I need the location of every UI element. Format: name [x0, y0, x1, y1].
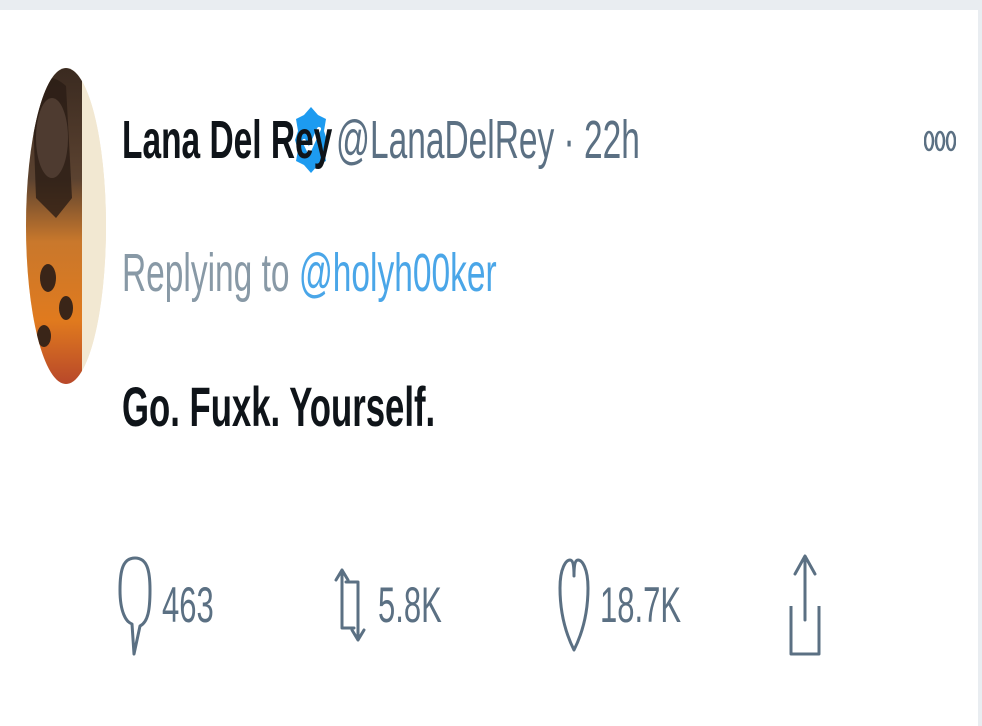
reply-icon — [118, 550, 152, 660]
right-border — [978, 0, 982, 726]
like-count: 18.7K — [600, 577, 682, 633]
retweet-count: 5.8K — [378, 577, 442, 633]
retweet-button[interactable]: 5.8K — [332, 550, 481, 660]
reply-count: 463 — [162, 577, 214, 633]
like-button[interactable]: 18.7K — [558, 550, 731, 660]
avatar[interactable] — [26, 68, 106, 384]
tweet-card[interactable]: Lana Del Rey @LanaDelRey · 22h Replying … — [0, 10, 978, 726]
handle[interactable]: @LanaDelRey — [336, 110, 554, 170]
separator: · — [563, 110, 575, 170]
handle-and-time[interactable]: @LanaDelRey · 22h — [336, 109, 640, 171]
share-button[interactable] — [788, 550, 822, 660]
share-icon — [788, 550, 822, 660]
retweet-icon — [332, 550, 368, 660]
tweet-header: Lana Del Rey @LanaDelRey · 22h — [122, 92, 640, 188]
replying-to-link[interactable]: @holyh00ker — [299, 243, 497, 303]
reply-button[interactable]: 463 — [118, 550, 245, 660]
action-bar: 463 5.8K 18.7K — [118, 550, 838, 660]
display-name[interactable]: Lana Del Rey — [122, 109, 332, 171]
replying-to-line: Replying to @holyh00ker — [122, 242, 497, 304]
heart-icon — [558, 550, 590, 660]
timestamp[interactable]: 22h — [584, 110, 640, 170]
tweet-text: Go. Fuxk. Yourself. — [122, 375, 436, 438]
more-options-icon[interactable] — [923, 128, 957, 154]
top-divider — [0, 0, 982, 10]
replying-label: Replying to — [122, 243, 290, 303]
